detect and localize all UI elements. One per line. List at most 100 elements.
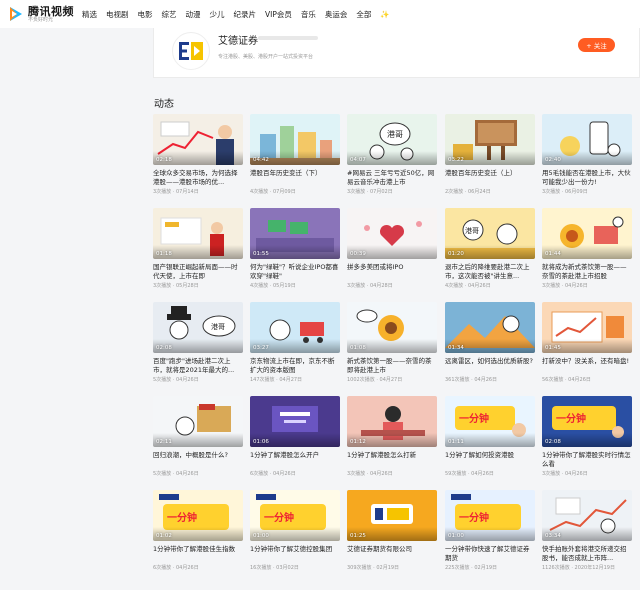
video-thumbnail[interactable]: 01:06 — [250, 396, 340, 447]
video-title[interactable]: 1分钟了解港股怎么开户 — [250, 451, 340, 469]
video-thumbnail[interactable]: 03:22 — [445, 114, 535, 165]
nav-item[interactable]: 动漫 — [186, 9, 201, 20]
video-thumbnail[interactable]: 01:08 — [347, 302, 437, 353]
nav-item[interactable]: 奥运会 — [325, 9, 348, 20]
video-duration: 00:39 — [350, 251, 366, 257]
follow-button[interactable]: + 关注 — [578, 38, 615, 52]
video-card[interactable]: 一分钟 01:00 1分钟带你了解艾德控股集团 16次播放 · 03月02日 — [250, 490, 340, 571]
video-title[interactable]: 新式茶饮第一股——奈雪的茶即将赴港上市 — [347, 357, 437, 375]
video-card[interactable]: 01:25 艾德证券期货有限公司 309次播放 · 02月19日 — [347, 490, 437, 571]
video-duration: 01:44 — [545, 251, 561, 257]
video-title[interactable]: 快手拍账外套将港交所递交招股书，能否成就上市阵... — [542, 545, 632, 563]
video-thumbnail[interactable]: 港哥 04:07 — [347, 114, 437, 165]
video-card[interactable]: 02:11 回归浪潮，中概股是什么? 5次播放 · 04月26日 — [153, 396, 243, 477]
video-thumbnail[interactable]: 01:55 — [250, 208, 340, 259]
video-title[interactable]: 国产银联正崛起新局面——时代天使，上市在即 — [153, 263, 243, 281]
nav-item[interactable]: 综艺 — [162, 9, 177, 20]
video-date: 04月26日 — [564, 283, 588, 289]
video-title[interactable]: 港股百年历史变迁（上） — [445, 169, 535, 187]
video-thumbnail[interactable]: 02:18 — [153, 114, 243, 165]
video-card[interactable]: 02:18 全球众多交易市场，为何选择港股——港股市场的优... 3次播放 · 07… — [153, 114, 243, 195]
nav-item[interactable]: 电视剧 — [106, 9, 129, 20]
video-card[interactable]: 一分钟 01:00 一分钟带你快速了解艾德证券期货 225次播放 · 02月19日 — [445, 490, 535, 571]
video-title[interactable]: 一分钟带你快速了解艾德证券期货 — [445, 545, 535, 563]
video-thumbnail[interactable]: 港哥 01:20 — [445, 208, 535, 259]
nav-item[interactable]: 音乐 — [301, 9, 316, 20]
video-card[interactable]: 01:45 打新没中？没关系，还有暗盘! 56次播放 · 04月26日 — [542, 302, 632, 383]
video-title[interactable]: 回归浪潮，中概股是什么? — [153, 451, 243, 469]
video-title[interactable]: 拼多多美团或将IPO — [347, 263, 437, 281]
video-duration: 03:22 — [448, 157, 464, 163]
video-card[interactable]: 02:40 用5毛钱能否在港股上市，大伙可能我少出一份力! 3次播放 · 06月09… — [542, 114, 632, 195]
nav-item[interactable]: 电影 — [138, 9, 153, 20]
video-card[interactable]: 01:08 新式茶饮第一股——奈雪的茶即将赴港上市 1002次播放 · 04月27日 — [347, 302, 437, 383]
video-meta: 6次播放 · 04月26日 — [153, 564, 243, 571]
video-thumbnail[interactable]: 01:34 — [445, 302, 535, 353]
video-thumbnail[interactable]: 港哥 02:08 — [153, 302, 243, 353]
video-date: 03月02日 — [276, 565, 299, 571]
video-thumbnail[interactable]: 02:11 — [153, 396, 243, 447]
video-thumbnail[interactable]: 01:45 — [542, 302, 632, 353]
video-card[interactable]: 03:27 京东物流上市在即，京东不断扩大的资本版图 147次播放 · 04月27日 — [250, 302, 340, 383]
video-card[interactable]: 港哥 02:08 百度"跑步"进场赴港二次上市，就将是2021年最大的... 5次播放… — [153, 302, 243, 383]
video-title[interactable]: #网易云 三年亏亏近50亿，网易云音乐冲击港上市 — [347, 169, 437, 187]
video-meta: 56次播放 · 04月26日 — [542, 376, 632, 383]
video-thumbnail[interactable]: 一分钟 01:00 — [445, 490, 535, 541]
svg-text:一分钟: 一分钟 — [459, 412, 489, 425]
video-card[interactable]: 04:42 港股百年历史变迁（下） 4次播放 · 07月09日 — [250, 114, 340, 195]
video-card[interactable]: 01:55 何为"绿鞋"？听说企业IPO都喜欢穿"绿鞋" 4次播放 · 05月19日 — [250, 208, 340, 289]
video-title[interactable]: 1分钟了解如何投资港股 — [445, 451, 535, 469]
video-card[interactable]: 01:06 1分钟了解港股怎么开户 6次播放 · 04月26日 — [250, 396, 340, 477]
video-card[interactable]: 01:12 1分钟了解港股怎么打新 3次播放 · 04月26日 — [347, 396, 437, 477]
video-title[interactable]: 港股百年历史变迁（下） — [250, 169, 340, 187]
video-thumbnail[interactable]: 一分钟 02:08 — [542, 396, 632, 447]
video-card[interactable]: 一分钟 01:11 1分钟了解如何投资港股 59次播放 · 04月26日 — [445, 396, 535, 477]
video-thumbnail[interactable]: 03:34 — [542, 490, 632, 541]
video-title[interactable]: 何为"绿鞋"？听说企业IPO都喜欢穿"绿鞋" — [250, 263, 340, 281]
video-title[interactable]: 退市之后的降维要赴港二次上市，这次能否被"讲生意... — [445, 263, 535, 281]
video-card[interactable]: 一分钟 01:02 1分钟带你了解港股佳生指数 6次播放 · 04月26日 — [153, 490, 243, 571]
video-card[interactable]: 01:34 远离雷区，如何选出优质新股? 361次播放 · 04月26日 — [445, 302, 535, 383]
video-thumbnail[interactable]: 03:27 — [250, 302, 340, 353]
video-title[interactable]: 1分钟带你了解港股实时行情怎么看 — [542, 451, 632, 469]
video-duration: 01:18 — [156, 251, 172, 257]
video-thumbnail[interactable]: 一分钟 01:11 — [445, 396, 535, 447]
video-card[interactable]: 01:44 就将成为新式茶饮第一股——奈雪的茶赴港上市招股 3次播放 · 04月26… — [542, 208, 632, 289]
video-card[interactable]: 港哥 01:20 退市之后的降维要赴港二次上市，这次能否被"讲生意... 4次播放 ·… — [445, 208, 535, 289]
video-title[interactable]: 1分钟带你了解港股佳生指数 — [153, 545, 243, 563]
video-card[interactable]: 一分钟 02:08 1分钟带你了解港股实时行情怎么看 3次播放 · 04月26日 — [542, 396, 632, 477]
video-title[interactable]: 1分钟带你了解艾德控股集团 — [250, 545, 340, 563]
video-title[interactable]: 艾德证券期货有限公司 — [347, 545, 437, 563]
nav-item[interactable]: 精选 — [82, 9, 97, 20]
video-title[interactable]: 就将成为新式茶饮第一股——奈雪的茶赴港上市招股 — [542, 263, 632, 281]
video-thumbnail[interactable]: 01:12 — [347, 396, 437, 447]
video-title[interactable]: 用5毛钱能否在港股上市，大伙可能我少出一份力! — [542, 169, 632, 187]
nav-item[interactable]: 少儿 — [210, 9, 225, 20]
video-title[interactable]: 百度"跑步"进场赴港二次上市，就将是2021年最大的... — [153, 357, 243, 375]
video-thumbnail[interactable]: 01:44 — [542, 208, 632, 259]
video-title[interactable]: 全球众多交易市场，为何选择港股——港股市场的优... — [153, 169, 243, 187]
video-thumbnail[interactable]: 04:42 — [250, 114, 340, 165]
video-card[interactable]: 01:18 国产银联正崛起新局面——时代天使，上市在即 3次播放 · 05月28日 — [153, 208, 243, 289]
account-avatar[interactable] — [172, 32, 210, 70]
nav-item[interactable]: 纪录片 — [234, 9, 257, 20]
video-views: 4次播放 — [250, 283, 269, 289]
video-thumbnail[interactable]: 一分钟 01:00 — [250, 490, 340, 541]
nav-item[interactable]: 全部 — [356, 9, 371, 20]
video-title[interactable]: 远离雷区，如何选出优质新股? — [445, 357, 535, 375]
video-thumbnail[interactable]: 一分钟 01:02 — [153, 490, 243, 541]
video-card[interactable]: 00:39 拼多多美团或将IPO 3次播放 · 04月28日 — [347, 208, 437, 289]
video-thumbnail[interactable]: 01:18 — [153, 208, 243, 259]
video-thumbnail[interactable]: 00:39 — [347, 208, 437, 259]
video-title[interactable]: 1分钟了解港股怎么打新 — [347, 451, 437, 469]
video-views: 3次播放 — [542, 189, 561, 195]
video-card[interactable]: 03:34 快手拍账外套将港交所递交招股书，能否成就上市阵... 1126次播放 ·… — [542, 490, 632, 571]
brand-logo[interactable]: 腾讯视频 不负好时光 — [8, 6, 82, 23]
video-title[interactable]: 打新没中？没关系，还有暗盘! — [542, 357, 632, 375]
video-thumbnail[interactable]: 01:25 — [347, 490, 437, 541]
video-card[interactable]: 03:22 港股百年历史变迁（上） 2次播放 · 06月24日 — [445, 114, 535, 195]
video-thumbnail[interactable]: 02:40 — [542, 114, 632, 165]
nav-item[interactable]: VIP会员 — [265, 9, 292, 20]
video-title[interactable]: 京东物流上市在即，京东不断扩大的资本版图 — [250, 357, 340, 375]
video-card[interactable]: 港哥 04:07 #网易云 三年亏亏近50亿，网易云音乐冲击港上市 3次播放 · 07… — [347, 114, 437, 195]
